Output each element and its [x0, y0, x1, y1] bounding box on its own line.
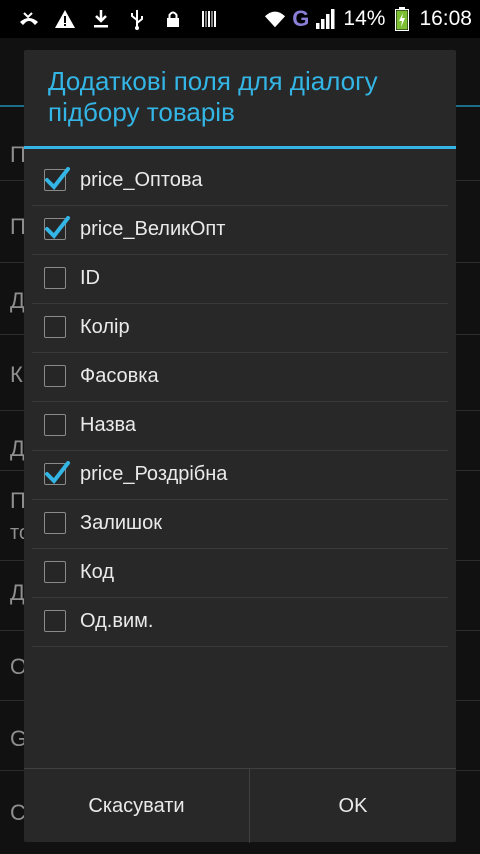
option-packaging[interactable]: Фасовка: [32, 353, 448, 402]
option-label: ID: [80, 267, 100, 289]
battery-charging-icon: [391, 7, 413, 31]
option-label: Од.вим.: [80, 610, 154, 632]
dialog-title-line2: підбору товарів: [48, 97, 235, 127]
checkbox[interactable]: [44, 267, 66, 289]
checkbox[interactable]: [44, 610, 66, 632]
option-label: Залишок: [80, 512, 162, 534]
checkmark-icon: [45, 461, 70, 485]
option-price-retail[interactable]: price_Роздрібна: [32, 451, 448, 500]
signal-icon: [315, 8, 337, 30]
option-price-optova[interactable]: price_Оптова: [32, 157, 448, 206]
checkbox[interactable]: [44, 365, 66, 387]
option-label: price_Оптова: [80, 169, 203, 191]
option-unit[interactable]: Од.вим.: [32, 598, 448, 647]
battery-percent: 14%: [343, 7, 386, 30]
clock: 16:08: [419, 7, 472, 30]
option-label: price_Роздрібна: [80, 463, 228, 485]
checkbox[interactable]: [44, 167, 70, 191]
download-icon: [90, 8, 112, 30]
option-id[interactable]: ID: [32, 255, 448, 304]
title-divider: [24, 146, 456, 149]
option-label: price_ВеликОпт: [80, 218, 226, 240]
option-price-velykopt[interactable]: price_ВеликОпт: [32, 206, 448, 255]
lock-icon: [162, 8, 184, 30]
dialog-button-bar: Скасувати OK: [24, 768, 456, 843]
checkbox[interactable]: [44, 561, 66, 583]
option-label: Назва: [80, 414, 137, 436]
option-label: Фасовка: [80, 365, 159, 387]
checkmark-icon: [45, 216, 70, 240]
option-name[interactable]: Назва: [32, 402, 448, 451]
missed-call-icon: [18, 8, 40, 30]
cancel-button[interactable]: Скасувати: [24, 769, 249, 843]
network-type: G: [292, 6, 310, 31]
checkbox[interactable]: [44, 461, 70, 485]
checkbox[interactable]: [44, 316, 66, 338]
option-code[interactable]: Код: [32, 549, 448, 598]
checkbox[interactable]: [44, 512, 66, 534]
fields-dialog: Додаткові поля для діалогу підбору товар…: [24, 50, 456, 843]
option-label: Код: [80, 561, 115, 583]
option-color[interactable]: Колір: [32, 304, 448, 353]
dialog-title-line1: Додаткові поля для діалогу: [48, 66, 378, 96]
options-list: price_Оптова price_ВеликОпт ID Колір Фас…: [32, 157, 448, 647]
wifi-icon: [264, 8, 286, 30]
option-stock[interactable]: Залишок: [32, 500, 448, 549]
checkbox[interactable]: [44, 414, 66, 436]
ok-button[interactable]: OK: [250, 769, 456, 843]
status-bar: G 14% 16:08: [0, 0, 480, 38]
usb-icon: [126, 8, 148, 30]
checkbox[interactable]: [44, 216, 70, 240]
option-label: Колір: [80, 316, 130, 338]
checkmark-icon: [45, 167, 70, 191]
barcode-icon: [198, 8, 220, 30]
dialog-title: Додаткові поля для діалогу підбору товар…: [48, 66, 438, 128]
warning-icon: [54, 8, 76, 30]
